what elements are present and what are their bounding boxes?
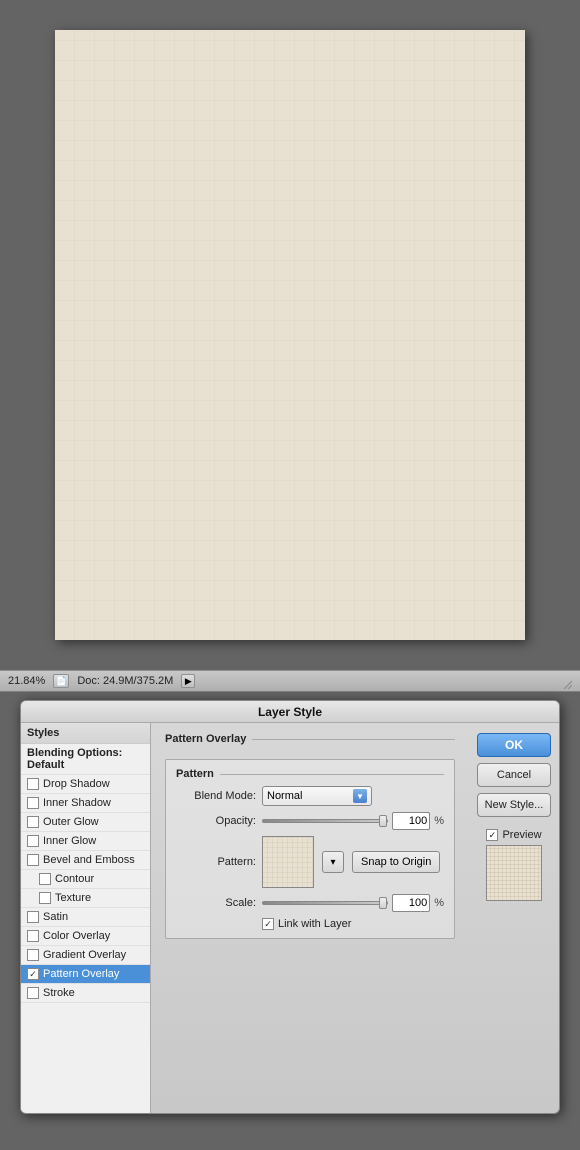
styles-item-stroke[interactable]: Stroke bbox=[21, 984, 150, 1003]
scale-percent: % bbox=[434, 897, 444, 909]
scale-slider-thumb[interactable] bbox=[379, 897, 387, 909]
preview-checkbox[interactable]: ✓ bbox=[486, 829, 498, 841]
opacity-slider-container: % bbox=[262, 812, 444, 830]
styles-header: Styles bbox=[21, 723, 150, 744]
styles-item-bevel-emboss[interactable]: Bevel and Emboss bbox=[21, 851, 150, 870]
pattern-title-row: Pattern bbox=[176, 768, 444, 780]
resize-handle bbox=[556, 673, 572, 689]
pattern-preview-swatch[interactable] bbox=[262, 836, 314, 888]
scale-label: Scale: bbox=[176, 897, 256, 909]
pattern-overlay-section-title: Pattern Overlay bbox=[165, 733, 246, 745]
pattern-controls: ▾ bbox=[322, 851, 344, 873]
styles-item-satin[interactable]: Satin bbox=[21, 908, 150, 927]
pattern-preview-row: Pattern: ▾ Snap to Origin bbox=[176, 836, 444, 888]
styles-item-inner-shadow[interactable]: Inner Shadow bbox=[21, 794, 150, 813]
satin-checkbox[interactable] bbox=[27, 911, 39, 923]
dialog-title: Layer Style bbox=[258, 705, 322, 719]
dialog-wrapper: Layer Style Styles Blending Options: Def… bbox=[0, 692, 580, 1126]
styles-item-blending[interactable]: Blending Options: Default bbox=[21, 744, 150, 775]
opacity-slider-track[interactable] bbox=[262, 819, 388, 823]
link-with-layer-label: Link with Layer bbox=[278, 918, 351, 930]
blend-mode-label: Blend Mode: bbox=[176, 790, 256, 802]
texture-checkbox[interactable] bbox=[39, 892, 51, 904]
doc-info: Doc: 24.9M/375.2M bbox=[77, 675, 173, 687]
stroke-checkbox[interactable] bbox=[27, 987, 39, 999]
styles-item-texture[interactable]: Texture bbox=[21, 889, 150, 908]
gradient-overlay-checkbox[interactable] bbox=[27, 949, 39, 961]
color-overlay-checkbox[interactable] bbox=[27, 930, 39, 942]
buttons-panel: OK Cancel New Style... ✓ Preview bbox=[469, 723, 559, 1113]
preview-label-row: ✓ Preview bbox=[486, 829, 541, 841]
canvas-area bbox=[0, 0, 580, 670]
outer-glow-checkbox[interactable] bbox=[27, 816, 39, 828]
pattern-overlay-checkbox[interactable]: ✓ bbox=[27, 968, 39, 980]
styles-item-pattern-overlay[interactable]: ✓ Pattern Overlay bbox=[21, 965, 150, 984]
options-panel: Pattern Overlay Pattern Blend Mode: Norm… bbox=[151, 723, 469, 1113]
pattern-section-divider bbox=[220, 774, 444, 775]
status-icon: 📄 bbox=[53, 674, 69, 688]
layer-style-dialog: Layer Style Styles Blending Options: Def… bbox=[20, 700, 560, 1114]
blend-mode-arrow: ▼ bbox=[353, 789, 367, 803]
blend-mode-row: Blend Mode: Normal ▼ bbox=[176, 786, 444, 806]
inner-glow-checkbox[interactable] bbox=[27, 835, 39, 847]
dialog-body: Styles Blending Options: Default Drop Sh… bbox=[21, 723, 559, 1113]
opacity-percent: % bbox=[434, 815, 444, 827]
canvas-document bbox=[55, 30, 525, 640]
scale-slider-container: % bbox=[262, 894, 444, 912]
snap-to-origin-label: Snap to Origin bbox=[361, 856, 431, 868]
preview-thumbnail bbox=[486, 845, 542, 901]
contour-checkbox[interactable] bbox=[39, 873, 51, 885]
pattern-picker-btn[interactable]: ▾ bbox=[322, 851, 344, 873]
blend-mode-select[interactable]: Normal ▼ bbox=[262, 786, 372, 806]
drop-shadow-checkbox[interactable] bbox=[27, 778, 39, 790]
styles-item-contour[interactable]: Contour bbox=[21, 870, 150, 889]
blend-mode-value: Normal bbox=[267, 790, 302, 802]
pattern-row: ▾ Snap to Origin bbox=[262, 836, 440, 888]
cancel-button[interactable]: Cancel bbox=[477, 763, 551, 787]
scale-row: Scale: % bbox=[176, 894, 444, 912]
styles-item-inner-glow[interactable]: Inner Glow bbox=[21, 832, 150, 851]
pattern-section-title: Pattern bbox=[176, 768, 214, 780]
bottom-space bbox=[165, 947, 455, 1103]
link-with-layer-row: ✓ Link with Layer bbox=[176, 918, 444, 930]
section-divider bbox=[252, 739, 455, 740]
ok-button[interactable]: OK bbox=[477, 733, 551, 757]
preview-section: ✓ Preview bbox=[477, 829, 551, 901]
styles-item-outer-glow[interactable]: Outer Glow bbox=[21, 813, 150, 832]
scale-input[interactable] bbox=[392, 894, 430, 912]
inner-shadow-checkbox[interactable] bbox=[27, 797, 39, 809]
opacity-label: Opacity: bbox=[176, 815, 256, 827]
dialog-titlebar: Layer Style bbox=[21, 701, 559, 723]
pattern-section-box: Pattern Blend Mode: Normal ▼ Opacity: bbox=[165, 759, 455, 939]
pattern-overlay-title-row: Pattern Overlay bbox=[165, 733, 455, 745]
styles-item-color-overlay[interactable]: Color Overlay bbox=[21, 927, 150, 946]
styles-item-drop-shadow[interactable]: Drop Shadow bbox=[21, 775, 150, 794]
status-bar: 21.84% 📄 Doc: 24.9M/375.2M ▶ bbox=[0, 670, 580, 692]
pattern-label: Pattern: bbox=[176, 856, 256, 868]
bevel-emboss-checkbox[interactable] bbox=[27, 854, 39, 866]
opacity-input[interactable] bbox=[392, 812, 430, 830]
zoom-level: 21.84% bbox=[8, 675, 45, 687]
link-with-layer-checkbox[interactable]: ✓ bbox=[262, 918, 274, 930]
opacity-row: Opacity: % bbox=[176, 812, 444, 830]
snap-to-origin-btn[interactable]: Snap to Origin bbox=[352, 851, 440, 873]
scale-slider-track[interactable] bbox=[262, 901, 388, 905]
preview-label-text: Preview bbox=[502, 829, 541, 841]
opacity-slider-thumb[interactable] bbox=[379, 815, 387, 827]
styles-item-gradient-overlay[interactable]: Gradient Overlay bbox=[21, 946, 150, 965]
status-arrow[interactable]: ▶ bbox=[181, 674, 195, 688]
new-style-button[interactable]: New Style... bbox=[477, 793, 551, 817]
styles-panel: Styles Blending Options: Default Drop Sh… bbox=[21, 723, 151, 1113]
